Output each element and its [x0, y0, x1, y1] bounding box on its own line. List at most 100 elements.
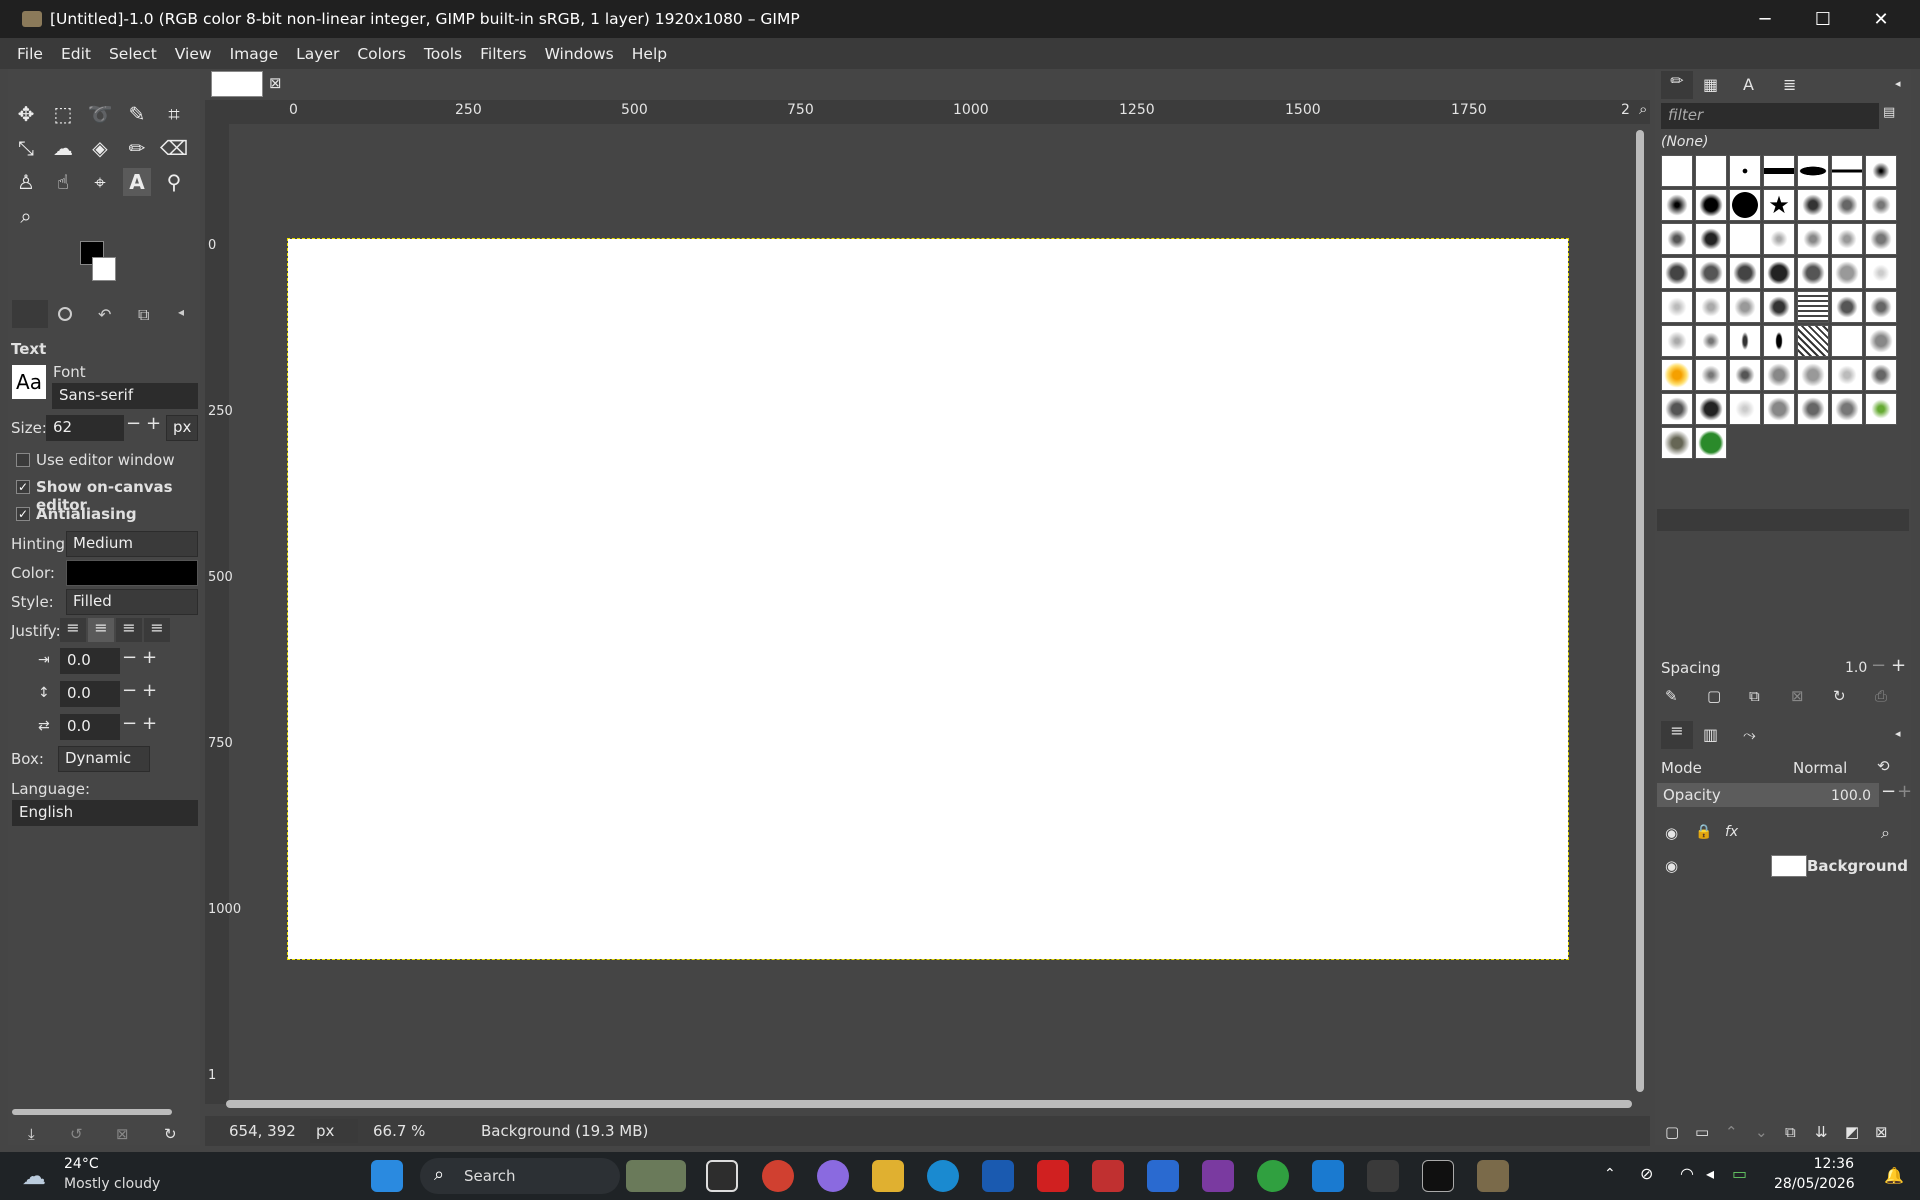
tag-icon[interactable]: ▤ — [1883, 105, 1895, 120]
warp-tool-icon[interactable]: ☁ — [49, 134, 77, 162]
brush-item[interactable] — [1797, 359, 1829, 391]
crop-tool-icon[interactable]: ⌗ — [160, 100, 188, 128]
brush-item[interactable] — [1865, 359, 1897, 391]
tool-options-tab-icon[interactable] — [12, 300, 48, 328]
image-tab-close-icon[interactable]: ⊠ — [269, 74, 282, 92]
merge-layer-icon[interactable]: ⇊ — [1815, 1123, 1828, 1141]
menu-view[interactable]: View — [166, 45, 221, 63]
spacing-decrease-button[interactable]: − — [1871, 655, 1886, 676]
file-explorer-icon[interactable] — [872, 1160, 904, 1192]
image-canvas[interactable] — [287, 238, 1569, 960]
device-status-tab-icon[interactable] — [58, 307, 72, 321]
brush-item[interactable] — [1763, 359, 1795, 391]
indent-decrease-button[interactable]: − — [122, 647, 137, 668]
opacity-increase-button[interactable]: + — [1897, 781, 1912, 802]
wifi-icon[interactable]: ◠ — [1680, 1164, 1694, 1183]
brush-item[interactable] — [1763, 393, 1795, 425]
brush-item[interactable] — [1831, 189, 1863, 221]
layer-search-icon[interactable]: ⌕ — [1881, 823, 1890, 843]
horizontal-scrollbar[interactable] — [226, 1100, 1632, 1108]
reset-options-icon[interactable]: ↻ — [164, 1125, 177, 1143]
wilber-brush-item[interactable] — [1661, 427, 1693, 459]
weather-desc[interactable]: Mostly cloudy — [64, 1176, 160, 1192]
brush-item[interactable] — [1797, 291, 1829, 323]
brush-item[interactable] — [1695, 257, 1727, 289]
brush-item[interactable] — [1865, 393, 1897, 425]
brush-item[interactable] — [1729, 257, 1761, 289]
restore-options-icon[interactable]: ↺ — [70, 1125, 83, 1143]
brush-item[interactable] — [1831, 359, 1863, 391]
brush-item[interactable] — [1729, 393, 1761, 425]
tray-chevron-icon[interactable]: ⌃ — [1604, 1166, 1616, 1182]
duplicate-brush-icon[interactable]: ⧉ — [1749, 687, 1760, 705]
task-view-icon[interactable] — [706, 1160, 738, 1192]
brush-item[interactable] — [1797, 257, 1829, 289]
brush-item[interactable] — [1865, 223, 1897, 255]
acrobat-icon[interactable] — [1092, 1160, 1124, 1192]
menu-filters[interactable]: Filters — [471, 45, 535, 63]
close-button[interactable]: ✕ — [1852, 0, 1910, 38]
brush-item[interactable] — [1831, 223, 1863, 255]
brush-item[interactable] — [1797, 325, 1829, 357]
brush-view-bar[interactable] — [1657, 509, 1909, 531]
inkscape-icon[interactable] — [1367, 1160, 1399, 1192]
unit-select[interactable]: px — [310, 1119, 358, 1143]
menu-colors[interactable]: Colors — [348, 45, 415, 63]
outlook-icon[interactable] — [1147, 1160, 1179, 1192]
line-spacing-increase-button[interactable]: + — [142, 680, 157, 701]
maximize-button[interactable]: ☐ — [1794, 0, 1852, 38]
paths-tab-icon[interactable]: ⤳ — [1743, 725, 1756, 745]
move-tool-icon[interactable]: ✥ — [12, 100, 40, 128]
free-select-tool-icon[interactable]: ➰ — [86, 100, 114, 128]
eraser-tool-icon[interactable]: ⌫ — [160, 134, 188, 162]
layer-visibility-icon[interactable]: ◉ — [1665, 857, 1678, 875]
letter-spacing-field[interactable]: 0.0 — [60, 714, 120, 740]
brush-item[interactable] — [1797, 223, 1829, 255]
brush-item[interactable] — [1865, 257, 1897, 289]
new-layer-group-icon[interactable]: ▭ — [1695, 1123, 1709, 1141]
fonts-tab-icon[interactable]: A — [1743, 75, 1754, 94]
brush-item[interactable] — [1865, 325, 1897, 357]
brush-item[interactable] — [1763, 155, 1795, 187]
edge-icon[interactable] — [927, 1160, 959, 1192]
brush-item[interactable] — [1831, 155, 1863, 187]
notification-bell-icon[interactable]: 🔔 — [1884, 1166, 1904, 1185]
chatgpt-icon[interactable] — [1422, 1160, 1454, 1192]
network-off-icon[interactable]: ⊘ — [1640, 1164, 1653, 1183]
brush-item[interactable] — [1695, 223, 1727, 255]
justify-fill-icon[interactable]: ≡ — [144, 618, 170, 642]
brush-item[interactable] — [1865, 189, 1897, 221]
vscode-icon[interactable] — [1312, 1160, 1344, 1192]
justify-left-icon[interactable]: ≡ — [60, 618, 86, 642]
vertical-scrollbar[interactable] — [1636, 130, 1644, 1092]
indent-increase-button[interactable]: + — [142, 647, 157, 668]
lower-layer-icon[interactable]: ⌄ — [1755, 1123, 1768, 1141]
brush-item[interactable] — [1831, 393, 1863, 425]
brush-item[interactable] — [1763, 223, 1795, 255]
widgets-icon[interactable] — [626, 1160, 686, 1192]
text-color-button[interactable] — [66, 560, 198, 586]
slack-icon[interactable] — [1202, 1160, 1234, 1192]
minimize-button[interactable]: ─ — [1736, 0, 1794, 38]
brush-item[interactable] — [1661, 155, 1693, 187]
font-preview[interactable]: Aa — [12, 365, 46, 399]
weather-temp[interactable]: 24°C — [64, 1156, 99, 1172]
indent-field[interactable]: 0.0 — [60, 648, 120, 674]
brush-filter-input[interactable]: filter — [1661, 103, 1879, 129]
clock-date[interactable]: 28/05/2026 — [1774, 1176, 1855, 1192]
brush-item[interactable] — [1661, 325, 1693, 357]
new-brush-icon[interactable]: ▢ — [1707, 687, 1721, 705]
layer-thumbnail[interactable] — [1771, 855, 1807, 877]
menu-tools[interactable]: Tools — [415, 45, 471, 63]
brush-item[interactable] — [1729, 291, 1761, 323]
brush-item[interactable] — [1695, 291, 1727, 323]
open-brush-as-image-icon[interactable]: ⎙ — [1875, 687, 1887, 705]
size-increase-button[interactable]: + — [146, 413, 161, 434]
undo-history-tab-icon[interactable]: ↶ — [98, 305, 111, 324]
justify-center-icon[interactable]: ≡ — [116, 618, 142, 642]
brush-item[interactable] — [1661, 223, 1693, 255]
brush-item[interactable] — [1729, 223, 1761, 255]
rect-select-tool-icon[interactable]: ⬚ — [49, 100, 77, 128]
taskbar-search-box[interactable]: ⌕ Search — [420, 1158, 620, 1194]
channels-tab-icon[interactable]: ▥ — [1703, 725, 1718, 744]
